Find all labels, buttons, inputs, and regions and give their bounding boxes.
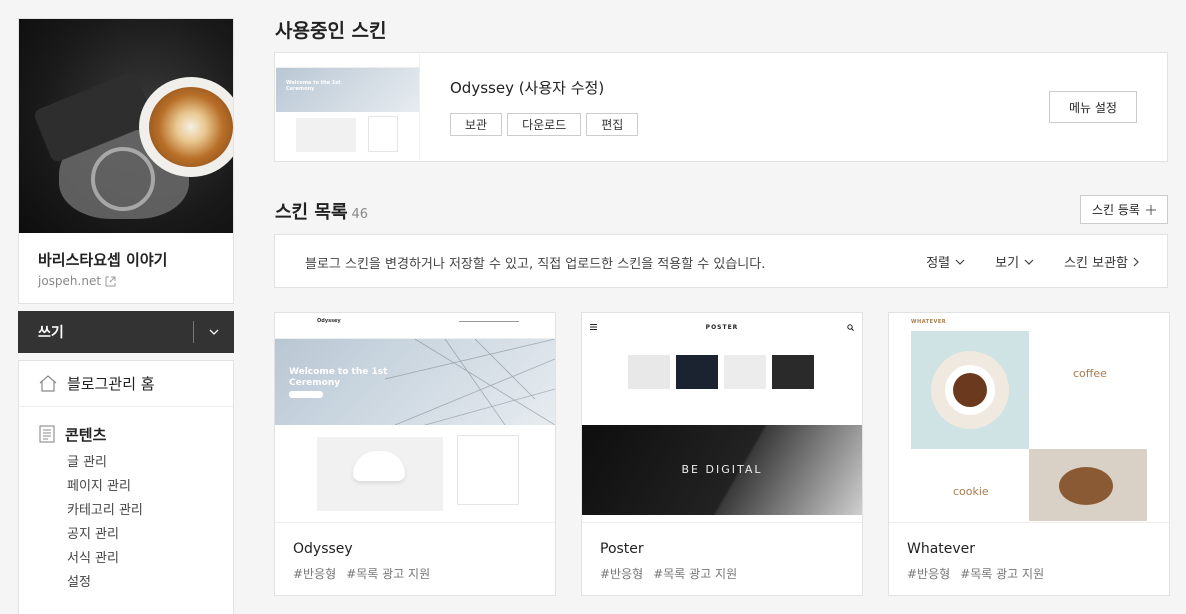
odyssey-preview-sidebar: [457, 435, 519, 505]
current-skin-card: Welcome to the 1st Ceremony Odyssey (사용자…: [274, 52, 1168, 162]
view-dropdown[interactable]: 보기: [995, 252, 1034, 271]
skin-card-odyssey[interactable]: Odyssey Welcome to the 1st Ceremony Odys…: [274, 312, 556, 596]
poster-preview-thumbs: [582, 341, 862, 389]
skin-card-poster[interactable]: POSTER BE DIGITAL Poster #반응형 #목록 광고 지원: [581, 312, 863, 596]
admin-menu: 블로그관리 홈 콘텐츠 글 관리 페이지 관리 카테고리 관리 공지 관리 서식…: [18, 360, 234, 614]
skin-name-whatever[interactable]: Whatever: [907, 541, 975, 557]
skin-name-odyssey[interactable]: Odyssey: [293, 541, 353, 557]
skin-tags-odyssey: #반응형 #목록 광고 지원: [293, 565, 430, 582]
skin-tags-whatever: #반응형 #목록 광고 지원: [907, 565, 1044, 582]
menu-item-settings[interactable]: 설정: [67, 571, 233, 595]
whatever-preview-logo: WHATEVER: [911, 319, 947, 325]
menu-item-pages[interactable]: 페이지 관리: [67, 475, 233, 499]
menu-contents-section: 콘텐츠 글 관리 페이지 관리 카테고리 관리 공지 관리 서식 관리 설정: [19, 407, 233, 595]
menu-blog-home[interactable]: 블로그관리 홈: [19, 361, 233, 407]
menu-contents-label[interactable]: 콘텐츠: [65, 424, 106, 445]
edit-button[interactable]: 편집: [586, 113, 639, 136]
skin-tag[interactable]: #목록 광고 지원: [960, 565, 1044, 582]
archive-button[interactable]: 보관: [450, 113, 503, 136]
skin-info-text: 블로그 스킨을 변경하거나 저장할 수 있고, 직접 업로드한 스킨을 적용할 …: [305, 257, 766, 272]
profile-logo-icon: [91, 147, 155, 211]
search-icon: [847, 324, 854, 331]
odyssey-preview-image: [317, 437, 443, 511]
skin-name-poster[interactable]: Poster: [600, 541, 644, 557]
current-skin-heading: 사용중인 스킨: [275, 20, 387, 42]
skin-preview-odyssey[interactable]: Odyssey Welcome to the 1st Ceremony: [275, 313, 555, 523]
menu-item-notices[interactable]: 공지 관리: [67, 523, 233, 547]
skin-list-actions: 정렬 보기 스킨 보관함: [926, 252, 1139, 271]
menu-blog-home-label[interactable]: 블로그관리 홈: [67, 373, 155, 394]
current-thumb-title: Welcome to the 1st Ceremony: [286, 80, 341, 92]
sort-label[interactable]: 정렬: [926, 252, 950, 271]
odyssey-preview-logo: Odyssey: [317, 318, 341, 324]
external-link-icon: [105, 276, 116, 286]
whatever-preview-cookie-image: [1029, 449, 1147, 521]
menu-contents[interactable]: 콘텐츠: [39, 423, 233, 445]
current-skin-thumbnail[interactable]: Welcome to the 1st Ceremony: [276, 54, 420, 160]
current-skin-name: Odyssey (사용자 수정): [450, 79, 605, 97]
menu-setting-button[interactable]: 메뉴 설정: [1049, 91, 1137, 123]
skin-info-bar: 블로그 스킨을 변경하거나 저장할 수 있고, 직접 업로드한 스킨을 적용할 …: [274, 234, 1168, 288]
blog-profile-image[interactable]: [19, 19, 233, 233]
skin-storage-label[interactable]: 스킨 보관함: [1064, 252, 1128, 271]
document-icon: [39, 425, 55, 443]
menu-item-templates[interactable]: 서식 관리: [67, 547, 233, 571]
skin-list-heading: 스킨 목록 46: [275, 198, 368, 224]
chevron-down-icon: [209, 329, 219, 335]
skin-tag[interactable]: #반응형: [907, 565, 950, 582]
chevron-down-icon: [1024, 259, 1034, 265]
skin-card-whatever[interactable]: WHATEVER coffee cookie Whatever #반응형 #목록…: [888, 312, 1170, 596]
skin-card-list: Odyssey Welcome to the 1st Ceremony Odys…: [274, 312, 1170, 596]
skin-tag[interactable]: #목록 광고 지원: [653, 565, 737, 582]
skin-list-title: 스킨 목록: [275, 202, 348, 223]
poster-preview-logo: POSTER: [705, 324, 739, 331]
chevron-right-icon: [1133, 257, 1139, 266]
home-icon: [39, 375, 57, 392]
write-dropdown-button[interactable]: [194, 329, 234, 335]
menu-contents-list: 글 관리 페이지 관리 카테고리 관리 공지 관리 서식 관리 설정: [39, 451, 233, 595]
skin-register-label[interactable]: 스킨 등록: [1092, 201, 1140, 218]
plus-icon: [1145, 204, 1156, 215]
odyssey-hero-title: Welcome to the 1st Ceremony: [289, 367, 388, 388]
skin-register-button[interactable]: 스킨 등록: [1080, 195, 1168, 224]
menu-item-posts[interactable]: 글 관리: [67, 451, 233, 475]
skin-tag[interactable]: #반응형: [293, 565, 336, 582]
skin-count: 46: [351, 207, 369, 222]
odyssey-hero-button: [289, 391, 323, 398]
odyssey-preview-searchbar: [459, 321, 519, 322]
whatever-preview-label-coffee: coffee: [1073, 367, 1107, 380]
sort-dropdown[interactable]: 정렬: [926, 252, 965, 271]
whatever-preview-label-cookie: cookie: [953, 485, 989, 498]
write-label[interactable]: 쓰기: [18, 322, 193, 342]
skin-tags-poster: #반응형 #목록 광고 지원: [600, 565, 737, 582]
blog-url[interactable]: jospeh.net: [38, 274, 101, 288]
poster-preview-banner: BE DIGITAL: [582, 425, 862, 515]
skin-tag[interactable]: #목록 광고 지원: [346, 565, 430, 582]
blog-title[interactable]: 바리스타요셉 이야기: [38, 249, 167, 270]
skin-preview-poster[interactable]: POSTER BE DIGITAL: [582, 313, 862, 523]
skin-storage-link[interactable]: 스킨 보관함: [1064, 252, 1139, 271]
view-label[interactable]: 보기: [995, 252, 1019, 271]
blog-url-link[interactable]: jospeh.net: [38, 274, 116, 288]
poster-banner-text: BE DIGITAL: [681, 463, 763, 476]
blog-profile-card: 바리스타요셉 이야기 jospeh.net: [18, 18, 234, 304]
whatever-preview-coffee-image: [911, 331, 1029, 449]
write-button[interactable]: 쓰기: [18, 311, 234, 353]
chevron-down-icon: [955, 259, 965, 265]
skin-preview-whatever[interactable]: WHATEVER coffee cookie: [889, 313, 1169, 523]
download-button[interactable]: 다운로드: [507, 113, 582, 136]
current-skin-actions: 보관 다운로드 편집: [450, 113, 639, 136]
profile-image-cup: [139, 77, 233, 177]
skin-tag[interactable]: #반응형: [600, 565, 643, 582]
menu-item-categories[interactable]: 카테고리 관리: [67, 499, 233, 523]
